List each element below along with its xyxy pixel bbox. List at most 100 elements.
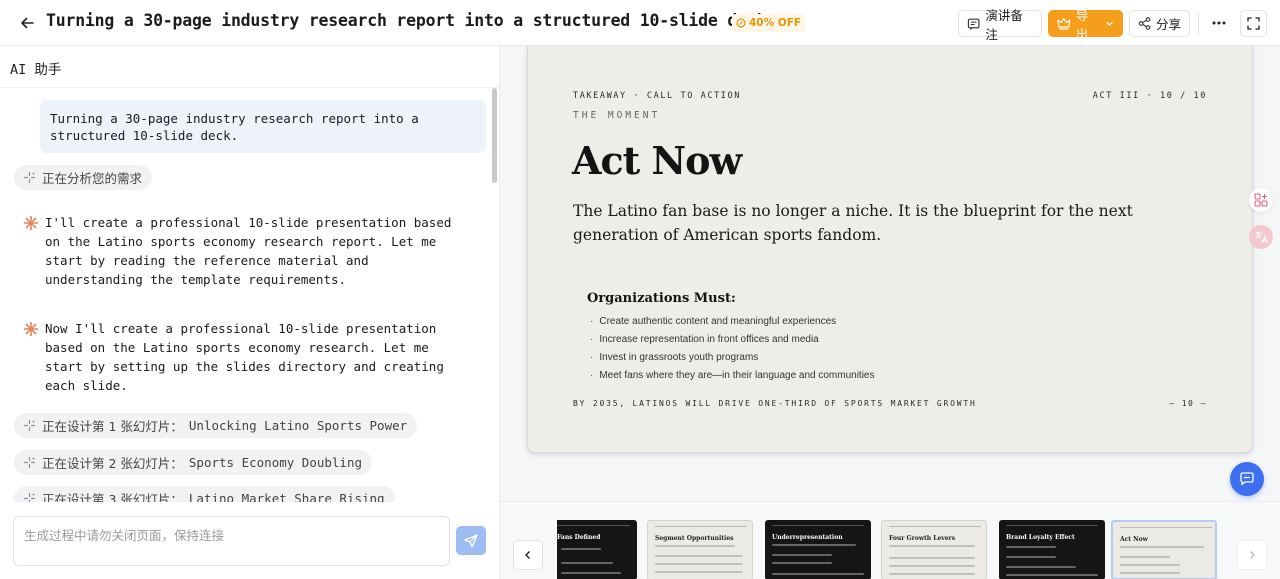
discount-icon	[736, 18, 746, 28]
step-prefix: 正在设计第 3 张幻灯片：	[42, 492, 183, 502]
slide-kicker: TAKEAWAY · CALL TO ACTION	[573, 91, 741, 101]
assistant-message: Now I'll create a professional 10-slide …	[23, 319, 463, 399]
assistant-star-icon	[23, 321, 39, 337]
divider	[1198, 13, 1199, 34]
share-label: 分享	[1156, 17, 1182, 32]
status-analyzing: 正在分析您的需求	[14, 165, 153, 190]
status-design-step: 正在设计第 1 张幻灯片： Unlocking Latino Sports Po…	[14, 413, 418, 438]
more-horizontal-icon	[1212, 21, 1226, 25]
slide-bullet-list: Create authentic content and meaningful …	[590, 313, 875, 385]
sparkle-icon	[24, 493, 35, 502]
slide-bullet: Meet fans where they are—in their langua…	[590, 367, 874, 385]
thumb-text-line	[889, 545, 975, 547]
slide-lead: The Latino fan base is no longer a niche…	[573, 202, 1133, 244]
slide-canvas[interactable]: TAKEAWAY · CALL TO ACTION ACT III · 10 /…	[527, 46, 1253, 453]
assistant-message: I'll create a professional 10-slide pres…	[23, 213, 463, 293]
thumb-text-line	[1120, 572, 1180, 574]
thumb-text-line	[655, 545, 735, 547]
thumb-rule	[889, 526, 981, 527]
promo-badge[interactable]: 40% OFF	[732, 14, 806, 32]
thumb-text-line	[655, 555, 743, 557]
step-prefix: 正在设计第 2 张幻灯片：	[42, 456, 183, 471]
ai-assistant-panel: AI 助手 Turning a 30-page industry researc…	[0, 46, 500, 579]
message-input[interactable]: 生成过程中请勿关闭页面，保持连接	[13, 516, 450, 566]
crown-icon	[1057, 18, 1071, 30]
slide-thumbnail[interactable]: Underrepresentation	[765, 520, 871, 579]
thumb-text-line	[655, 571, 743, 573]
more-options-button[interactable]	[1208, 12, 1230, 34]
translate-button[interactable]	[1249, 225, 1273, 249]
slide-page-number: — 10 —	[1169, 399, 1207, 408]
thumb-rule	[557, 525, 630, 526]
slide-bullet: Create authentic content and meaningful …	[590, 313, 875, 331]
thumb-rule	[655, 526, 747, 527]
thumb-text-line	[561, 572, 621, 574]
back-button[interactable]	[16, 12, 38, 34]
chevron-left-icon	[525, 551, 530, 559]
send-button[interactable]	[456, 526, 486, 555]
assistant-message-text: Now I'll create a professional 10-slide …	[45, 321, 444, 393]
chat-history[interactable]: Turning a 30-page industry research repo…	[0, 88, 499, 502]
slide-bullet: Increase representation in front offices…	[590, 331, 875, 349]
slide-thumbnail-strip: Fans Defined Segment Opportunities Under…	[500, 501, 1280, 579]
thumb-title: Brand Loyalty Effect	[1006, 534, 1075, 541]
step-name: Unlocking Latino Sports Power	[188, 418, 408, 433]
thumb-title: Segment Opportunities	[655, 535, 734, 542]
speaker-notes-button[interactable]: 演讲备注	[958, 8, 1042, 42]
thumb-text-line	[561, 562, 613, 564]
thumb-text-line	[772, 554, 832, 556]
share-button[interactable]: 分享	[1129, 10, 1190, 37]
thumb-title: Underrepresentation	[772, 534, 843, 541]
slide-thumbnail[interactable]: Fans Defined	[557, 520, 637, 579]
sparkle-icon	[24, 457, 35, 468]
thumb-text-line	[889, 573, 975, 575]
slide-eyebrow: THE MOMENT	[573, 110, 661, 121]
chevron-down-icon	[1106, 21, 1113, 26]
assistant-star-icon	[23, 215, 39, 231]
next-slide-button[interactable]	[1237, 540, 1267, 570]
thumb-text-line	[655, 563, 743, 565]
slide-subheading: Organizations Must:	[587, 291, 736, 306]
thumb-title: Fans Defined	[557, 534, 601, 541]
thumbnail-list: Fans Defined Segment Opportunities Under…	[557, 518, 1224, 579]
export-button[interactable]: 导出	[1048, 8, 1123, 42]
status-design-step: 正在设计第 2 张幻灯片： Sports Economy Doubling	[14, 450, 372, 475]
thumb-rule	[1006, 525, 1098, 526]
slide-footer: BY 2035, LATINOS WILL DRIVE ONE-THIRD OF…	[573, 399, 977, 408]
previous-slide-button[interactable]	[513, 540, 543, 570]
thumb-text-line	[1006, 546, 1056, 548]
thumb-text-line	[1120, 546, 1204, 548]
thumb-text-line	[1006, 566, 1076, 568]
slide-bullet: Invest in grassroots youth programs	[590, 349, 875, 367]
thumb-text-line	[561, 548, 601, 550]
slide-thumbnail[interactable]: Four Growth Levers	[881, 520, 987, 579]
fullscreen-icon	[1247, 17, 1260, 30]
thumb-text-line	[889, 565, 975, 567]
thumb-text-line	[772, 573, 864, 575]
fullscreen-button[interactable]	[1240, 10, 1267, 37]
sparkle-icon	[24, 172, 35, 183]
translate-icon	[1255, 231, 1268, 244]
thumb-text-line	[1006, 574, 1098, 576]
send-icon	[464, 533, 478, 548]
share-icon	[1138, 17, 1151, 30]
top-bar: Turning a 30-page industry research repo…	[0, 0, 1280, 46]
support-chat-button[interactable]	[1230, 462, 1264, 496]
slide-thumbnail[interactable]: Brand Loyalty Effect	[999, 520, 1105, 579]
chat-bubble-icon	[1240, 472, 1254, 486]
status-text: 正在分析您的需求	[42, 171, 143, 186]
step-name: Sports Economy Doubling	[188, 455, 362, 470]
slide-preview-panel: TAKEAWAY · CALL TO ACTION ACT III · 10 /…	[500, 46, 1280, 579]
page-title: Turning a 30-page industry research repo…	[46, 11, 777, 30]
export-label: 导出	[1075, 7, 1089, 42]
thumb-text-line	[1006, 556, 1056, 558]
arrow-left-icon	[21, 17, 34, 29]
step-prefix: 正在设计第 1 张幻灯片：	[42, 419, 183, 434]
status-design-step: 正在设计第 3 张幻灯片： Latino Market Share Rising	[14, 486, 395, 502]
slide-thumbnail[interactable]: Segment Opportunities	[647, 520, 753, 579]
slide-act-label: ACT III · 10 / 10	[1092, 91, 1207, 101]
add-widget-button[interactable]	[1249, 188, 1273, 212]
promo-label: 40% OFF	[749, 17, 802, 29]
chat-scrollbar[interactable]	[492, 88, 497, 183]
slide-thumbnail-active[interactable]: Act Now	[1111, 520, 1217, 579]
